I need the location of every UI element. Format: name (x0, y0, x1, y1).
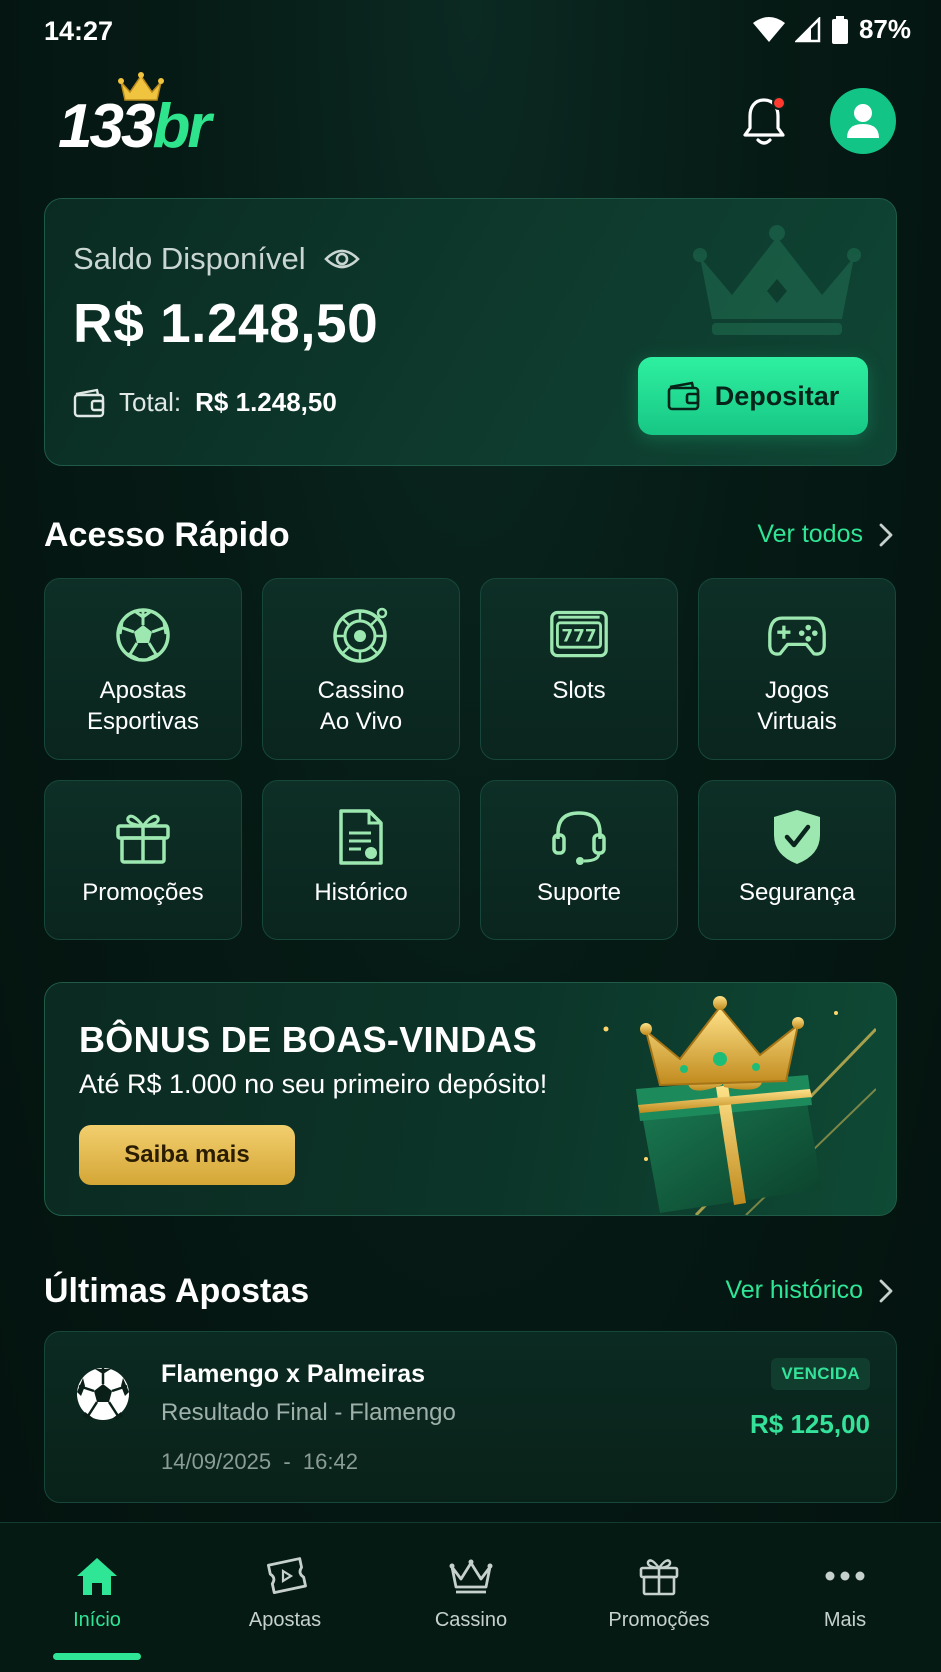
wallet-icon (667, 381, 700, 411)
notifications-button[interactable] (740, 94, 792, 150)
nav-casino[interactable]: Cassino (396, 1553, 546, 1632)
nav-home[interactable]: Início (22, 1553, 172, 1632)
tile-slots[interactable]: 777 Slots (480, 578, 678, 760)
wallet-icon (73, 388, 105, 417)
bet-datetime: 14/09/2025 - 16:42 (161, 1449, 358, 1474)
bet-match: Flamengo x Palmeiras (161, 1360, 426, 1388)
welcome-bonus-banner[interactable]: BÔNUS DE BOAS-VINDAS Até R$ 1.000 no seu… (44, 982, 897, 1216)
see-history-link[interactable]: Ver histórico (725, 1276, 893, 1305)
promo-title: BÔNUS DE BOAS-VINDAS (79, 1019, 538, 1060)
deposit-button[interactable]: Depositar (638, 357, 868, 435)
chevron-right-icon (879, 1279, 893, 1302)
status-time: 14:27 (44, 16, 114, 46)
wifi-icon (752, 16, 785, 42)
shield-icon (767, 807, 827, 867)
battery-icon (831, 15, 848, 44)
quick-access-title: Acesso Rápido (44, 516, 290, 554)
gift-icon (634, 1553, 684, 1599)
tile-support[interactable]: Suporte (480, 780, 678, 940)
total-value: R$ 1.248,50 (195, 387, 337, 417)
nav-label: Promoções (608, 1609, 710, 1631)
learn-more-button[interactable]: Saiba mais (79, 1125, 295, 1185)
status-icons: 87% (752, 14, 911, 45)
balance-label-row: Saldo Disponível (73, 241, 360, 277)
notification-dot (772, 96, 786, 110)
balance-label: Saldo Disponível (73, 241, 306, 276)
tile-promotions[interactable]: Promoções (44, 780, 242, 940)
nav-label: Apostas (248, 1609, 322, 1631)
bet-amount: R$ 125,00 (750, 1409, 870, 1439)
tile-label: Cassino Ao Vivo (317, 677, 405, 735)
tile-live-casino[interactable]: Cassino Ao Vivo (262, 578, 460, 760)
profile-button[interactable] (830, 88, 896, 154)
nav-promotions[interactable]: Promoções (584, 1553, 734, 1632)
bet-card[interactable]: Flamengo x Palmeiras Resultado Final - F… (44, 1331, 897, 1503)
tile-label: Segurança (738, 879, 856, 906)
nav-label: Mais (823, 1609, 867, 1631)
promo-subtitle: Até R$ 1.000 no seu primeiro depósito! (79, 1069, 548, 1099)
user-icon (847, 104, 879, 138)
balance-card: Saldo Disponível R$ 1.248,50 Total: R$ 1… (44, 198, 897, 466)
gift-crown-illustration (603, 996, 876, 1215)
tile-label: Suporte (536, 879, 622, 906)
signal-icon (794, 16, 821, 42)
tile-label: Histórico (314, 879, 408, 906)
logo-text: 133br (58, 96, 211, 158)
ticket-icon (260, 1553, 310, 1599)
nav-bets[interactable]: Apostas (210, 1553, 360, 1632)
nav-more[interactable]: Mais (770, 1553, 920, 1632)
deposit-label: Depositar (714, 380, 840, 411)
see-history-label: Ver histórico (725, 1276, 863, 1304)
latest-bets-title: Últimas Apostas (44, 1272, 310, 1310)
logo-suffix: br (152, 92, 211, 161)
nav-label: Início (73, 1609, 121, 1631)
gamepad-icon (767, 605, 827, 665)
balance-total: Total: R$ 1.248,50 (73, 387, 337, 418)
crown-watermark-icon (693, 225, 861, 335)
roulette-icon (331, 605, 391, 665)
logo[interactable]: 133br (58, 72, 238, 166)
bet-market: Resultado Final - Flamengo (161, 1399, 456, 1426)
see-all-link[interactable]: Ver todos (757, 520, 893, 549)
nav-label: Cassino (434, 1609, 508, 1631)
bottom-nav: Início Apostas Cassino Promoções Mais (0, 1522, 941, 1672)
gift-icon (113, 807, 173, 867)
tile-label: Slots (552, 677, 606, 704)
balance-amount: R$ 1.248,50 (73, 292, 379, 354)
bet-status-badge: VENCIDA (771, 1358, 870, 1390)
tile-history[interactable]: Histórico (262, 780, 460, 940)
tile-security[interactable]: Segurança (698, 780, 896, 940)
home-icon (72, 1553, 122, 1599)
soccer-ball-icon (77, 1368, 129, 1420)
tile-label: Apostas Esportivas (86, 677, 200, 735)
logo-number: 133 (58, 92, 155, 161)
total-prefix: Total: (119, 387, 182, 417)
more-icon (820, 1553, 870, 1599)
active-tab-indicator (53, 1653, 141, 1660)
crown-icon (446, 1553, 496, 1599)
eye-icon[interactable] (323, 247, 360, 271)
document-icon (331, 807, 391, 867)
tile-virtual-games[interactable]: Jogos Virtuais (698, 578, 896, 760)
tile-sports-betting[interactable]: Apostas Esportivas (44, 578, 242, 760)
battery-percent: 87% (858, 14, 911, 44)
headset-icon (549, 807, 609, 867)
soccer-ball-icon (113, 605, 173, 665)
chevron-right-icon (879, 523, 893, 546)
tile-label: Promoções (82, 879, 204, 906)
tile-label: Jogos Virtuais (757, 677, 837, 735)
see-all-label: Ver todos (757, 520, 863, 548)
slot-machine-icon: 777 (549, 605, 609, 665)
svg-text:777: 777 (561, 626, 596, 646)
